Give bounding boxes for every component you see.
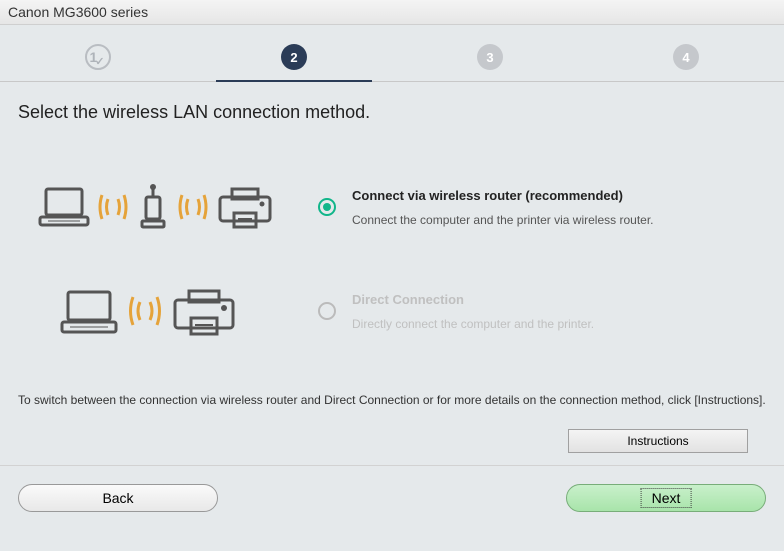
radio-direct-connection[interactable] — [318, 302, 336, 320]
option-wireless-router[interactable]: Connect via wireless router (recommended… — [18, 183, 766, 231]
page-heading: Select the wireless LAN connection metho… — [18, 102, 766, 123]
step-2: 2 — [196, 37, 392, 77]
illustration-router — [38, 183, 318, 231]
printer-icon — [170, 286, 238, 336]
window-titlebar: Canon MG3600 series — [0, 0, 784, 25]
window-title: Canon MG3600 series — [8, 4, 148, 20]
step-done-icon: 1✓ — [89, 50, 106, 65]
step-4: 4 — [588, 37, 784, 77]
laptop-icon — [58, 286, 120, 336]
step-1: 1✓ — [0, 37, 196, 77]
radio-wireless-router[interactable] — [318, 198, 336, 216]
help-note: To switch between the connection via wir… — [18, 391, 766, 409]
divider — [0, 465, 784, 466]
back-button[interactable]: Back — [18, 484, 218, 512]
step-3: 3 — [392, 37, 588, 77]
instructions-button[interactable]: Instructions — [568, 429, 748, 453]
printer-icon — [216, 185, 274, 229]
option-title: Connect via wireless router (recommended… — [352, 188, 766, 203]
next-button[interactable]: Next — [566, 484, 766, 512]
option-desc: Directly connect the computer and the pr… — [352, 317, 766, 331]
option-desc: Connect the computer and the printer via… — [352, 213, 766, 227]
router-icon — [136, 183, 170, 231]
illustration-direct — [58, 286, 318, 336]
option-title: Direct Connection — [352, 292, 766, 307]
step-indicator: 1✓ 2 3 4 — [0, 25, 784, 82]
option-direct-connection[interactable]: Direct Connection Directly connect the c… — [18, 286, 766, 336]
wifi-icon — [98, 191, 128, 223]
next-label: Next — [641, 488, 692, 508]
wifi-icon — [178, 191, 208, 223]
laptop-icon — [38, 185, 90, 229]
wifi-icon — [128, 293, 162, 329]
